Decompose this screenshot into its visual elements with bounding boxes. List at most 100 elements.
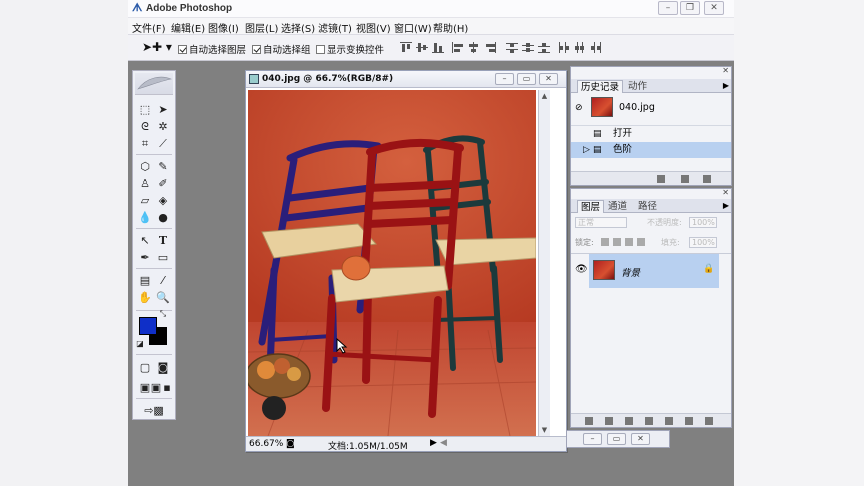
align-top-icon[interactable] [400,42,412,53]
menu-help[interactable]: 帮助(H) [433,20,468,35]
image-canvas[interactable] [248,90,536,436]
align-bottom-icon[interactable] [432,42,444,53]
collapsed-close-button[interactable]: ✕ [631,433,650,445]
hscroll-left-icon[interactable]: ◀ [440,438,447,448]
zoom-level[interactable]: 66.67% [249,439,283,449]
shape-tool-icon[interactable]: ▭ [155,250,171,265]
delete-layer-icon[interactable] [705,417,713,425]
move-tool-icon[interactable]: ➤ [155,102,171,117]
layer-name[interactable]: 背景 [621,265,640,279]
scroll-up-icon[interactable]: ▲ [540,91,549,101]
layer-mask-icon[interactable] [625,417,633,425]
restore-button[interactable]: ❐ [680,1,700,15]
history-snapshot-thumbnail[interactable] [591,97,613,117]
tab-paths[interactable]: 路径 [635,200,660,213]
auto-select-group-option[interactable]: 自动选择组 [252,42,311,56]
menu-file[interactable]: 文件(F) [132,20,166,35]
history-brush-source-icon[interactable]: ⊘ [575,103,583,113]
eraser-tool-icon[interactable]: ▱ [137,193,153,208]
healing-brush-tool-icon[interactable]: ⬡ [137,159,153,174]
screen-mode-full-icon[interactable]: ▪ [159,380,175,395]
menu-view[interactable]: 视图(V) [356,20,391,35]
document-minimize-button[interactable]: – [495,73,514,85]
layer-thumbnail[interactable] [593,260,615,280]
paint-bucket-tool-icon[interactable]: ◈ [155,193,171,208]
align-left-icon[interactable] [452,42,464,53]
distribute-bottom-icon[interactable] [538,42,550,53]
collapsed-minimize-button[interactable]: – [583,433,602,445]
menu-filter[interactable]: 滤镜(T) [318,20,352,35]
foreground-color-swatch[interactable] [139,317,157,335]
menu-image[interactable]: 图像(I) [208,20,239,35]
move-tool-preset-icon[interactable]: ➤✚ ▾ [142,40,172,54]
scroll-down-icon[interactable]: ▼ [540,425,549,435]
show-transform-option[interactable]: 显示变换控件 [316,42,384,56]
new-group-icon[interactable] [665,417,673,425]
lock-transparent-icon[interactable] [601,238,609,246]
new-layer-icon[interactable] [685,417,693,425]
zoom-tool-icon[interactable]: 🔍 [155,290,171,305]
swap-colors-icon[interactable]: ⤡ [157,309,169,319]
distribute-vcenter-icon[interactable] [522,42,534,53]
collapsed-restore-button[interactable]: ▭ [607,433,626,445]
new-document-from-state-icon[interactable] [657,175,665,183]
dodge-tool-icon[interactable]: ● [155,210,171,225]
menu-select[interactable]: 选择(S) [281,20,315,35]
blur-tool-icon[interactable]: 💧 [137,210,153,225]
tab-channels[interactable]: 通道 [605,200,630,213]
layer-style-icon[interactable] [605,417,613,425]
lock-position-icon[interactable] [625,238,633,246]
document-title-bar[interactable]: 040.jpg @ 66.7%(RGB/8#) – ▭ ✕ [246,71,566,88]
jump-to-imageready-icon[interactable]: ⇨▩ [141,403,167,418]
notes-tool-icon[interactable]: ▤ [137,273,153,288]
crop-tool-icon[interactable]: ⌗ [137,136,153,151]
distribute-hcenter-icon[interactable] [574,42,586,53]
tab-layers[interactable]: 图层 [577,200,605,213]
document-vertical-scrollbar[interactable]: ▲ ▼ [538,90,550,436]
auto-select-layer-option[interactable]: 自动选择图层 [178,42,246,56]
pen-tool-icon[interactable]: ✒ [137,250,153,265]
delete-state-icon[interactable] [703,175,711,183]
adjustment-layer-icon[interactable] [645,417,653,425]
distribute-left-icon[interactable] [558,42,570,53]
distribute-right-icon[interactable] [590,42,602,53]
show-transform-checkbox[interactable] [316,45,325,54]
menu-edit[interactable]: 编辑(E) [171,20,205,35]
eyedropper-tool-icon[interactable]: ⁄ [155,273,171,288]
marquee-tool-icon[interactable]: ⬚ [137,102,153,117]
history-item-open[interactable]: ▤ 打开 [571,125,731,141]
layers-panel-collapse-icon[interactable]: ✕ [722,188,729,197]
document-close-button[interactable]: ✕ [539,73,558,85]
magic-wand-tool-icon[interactable]: ✲ [155,119,171,134]
new-snapshot-icon[interactable] [681,175,689,183]
tab-history[interactable]: 历史记录 [577,80,624,93]
auto-select-layer-checkbox[interactable] [178,45,187,54]
layer-visibility-eye-icon[interactable]: 👁 [575,264,588,275]
distribute-top-icon[interactable] [506,42,518,53]
menu-window[interactable]: 窗口(W) [394,20,432,35]
lock-image-icon[interactable] [613,238,621,246]
history-item-levels[interactable]: ▷ ▤ 色阶 [571,142,731,158]
align-vcenter-icon[interactable] [416,42,428,53]
lasso-tool-icon[interactable]: ᘓ [137,119,153,134]
history-brush-tool-icon[interactable]: ✐ [155,176,171,191]
slice-tool-icon[interactable]: ⟋ [155,136,171,151]
standard-mode-icon[interactable]: ▢ [137,360,153,375]
brush-tool-icon[interactable]: ✎ [155,159,171,174]
align-right-icon[interactable] [484,42,496,53]
default-colors-icon[interactable]: ◪ [135,339,145,349]
align-hcenter-icon[interactable] [468,42,480,53]
quick-mask-mode-icon[interactable]: ◙ [155,360,171,375]
lock-all-icon[interactable] [637,238,645,246]
clone-stamp-tool-icon[interactable]: ♙ [137,176,153,191]
status-menu-icon[interactable]: ◙ [286,439,295,449]
tab-actions[interactable]: 动作 [625,80,650,93]
hand-tool-icon[interactable]: ✋ [137,290,153,305]
link-layers-icon[interactable] [585,417,593,425]
blend-mode-select[interactable]: 正常 [575,217,627,228]
history-panel-menu-icon[interactable]: ▶ [723,81,729,90]
status-arrow-icon[interactable]: ▶ [430,438,437,448]
document-restore-button[interactable]: ▭ [517,73,536,85]
history-panel-collapse-icon[interactable]: ✕ [722,66,729,75]
auto-select-group-checkbox[interactable] [252,45,261,54]
